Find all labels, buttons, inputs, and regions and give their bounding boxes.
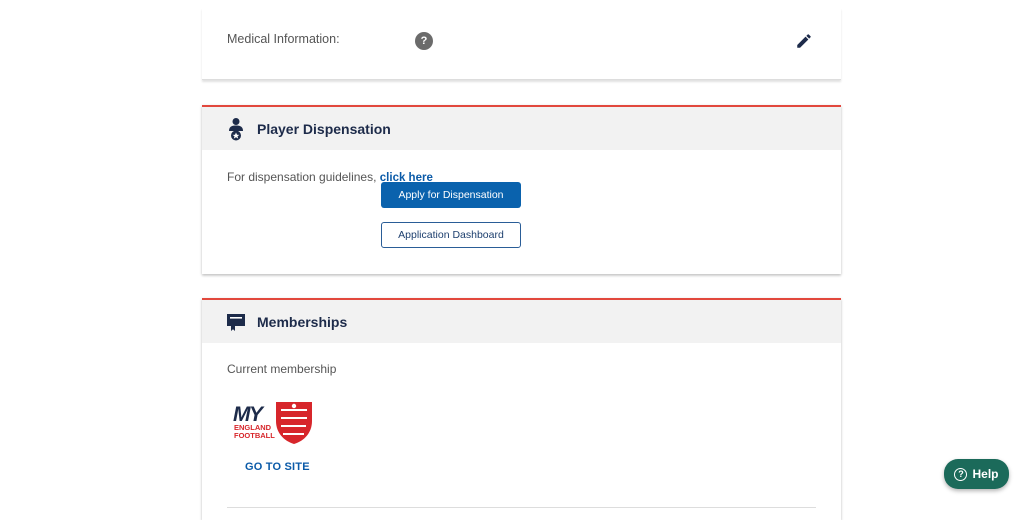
pencil-icon[interactable]	[795, 32, 813, 50]
memberships-title: Memberships	[257, 313, 348, 330]
current-membership-label: Current membership	[227, 362, 337, 376]
go-to-site-link[interactable]: GO TO SITE	[245, 461, 310, 473]
memberships-header: Memberships	[202, 300, 841, 343]
application-dashboard-button[interactable]: Application Dashboard	[381, 222, 521, 248]
player-award-icon	[227, 117, 245, 141]
dispensation-guidelines-label: For dispensation guidelines,	[227, 170, 377, 184]
svg-text:FOOTBALL: FOOTBALL	[234, 431, 275, 440]
medical-information-label: Medical Information:	[227, 32, 340, 46]
memberships-card: Memberships Current membership MY ENGLAN…	[202, 298, 841, 520]
membership-card-icon	[227, 310, 245, 334]
medical-information-card: Medical Information: ?	[202, 8, 841, 80]
help-icon[interactable]: ?	[415, 32, 433, 50]
apply-for-dispensation-button[interactable]: Apply for Dispensation	[381, 182, 521, 208]
help-button-label: Help	[972, 467, 999, 481]
player-dispensation-title: Player Dispensation	[257, 120, 391, 137]
help-button[interactable]: ? Help	[944, 459, 1009, 489]
memberships-divider	[227, 507, 816, 508]
player-dispensation-header: Player Dispensation	[202, 107, 841, 150]
question-circle-icon: ?	[954, 467, 968, 481]
my-england-football-logo: MY ENGLAND FOOTBALL	[232, 401, 312, 445]
player-dispensation-card: Player Dispensation For dispensation gui…	[202, 105, 841, 274]
